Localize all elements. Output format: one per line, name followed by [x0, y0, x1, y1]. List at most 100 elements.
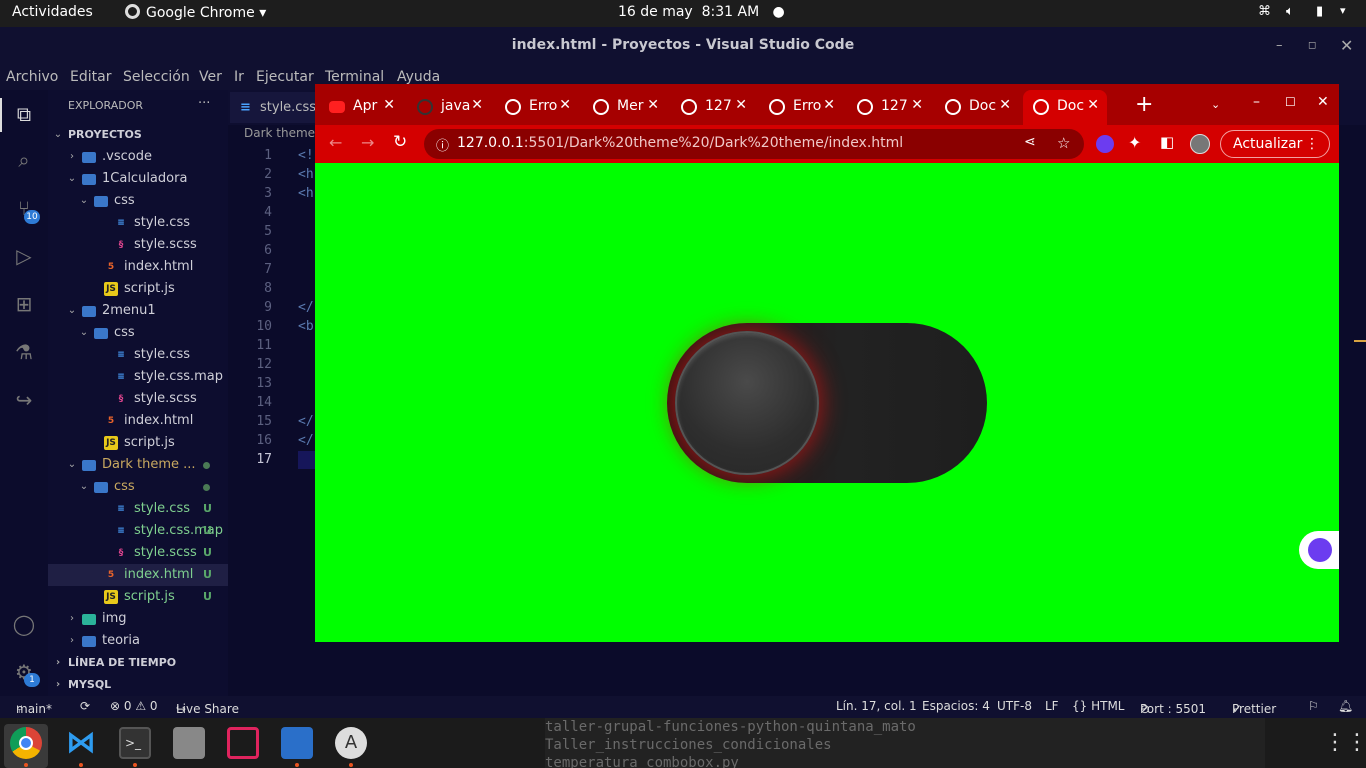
chrome-tab[interactable]: Doc ✕	[935, 90, 1019, 125]
omnibox[interactable]: ⓘ 127.0.0.1:5501/Dark%20theme%20/Dark%20…	[424, 129, 1084, 159]
code-line[interactable]: <h	[298, 186, 314, 201]
vscode-taskbar-icon[interactable]: ⋈	[65, 727, 97, 759]
tree-file[interactable]: ≡ style.css U	[48, 498, 228, 520]
tree-file[interactable]: 5 index.html	[48, 256, 228, 278]
live-share-icon[interactable]: ↪	[12, 388, 36, 412]
tab-close-icon[interactable]: ✕	[735, 97, 747, 113]
search-icon[interactable]: ⌕	[12, 148, 36, 172]
timeline-section[interactable]: › LÍNEA DE TIEMPO	[48, 652, 228, 674]
tab-close-icon[interactable]: ✕	[823, 97, 835, 113]
tree-file[interactable]: ≡ style.css.map U	[48, 520, 228, 542]
network-icon[interactable]: ⌘	[1258, 4, 1271, 19]
chrome-tab[interactable]: 127 ✕	[671, 90, 755, 125]
back-arrow-icon[interactable]: ←	[329, 133, 342, 152]
tab-search-chevron-icon[interactable]: ⌄	[1211, 98, 1220, 111]
code-line[interactable]: <h	[298, 167, 314, 182]
explorer-more-icon[interactable]: ···	[198, 96, 210, 111]
tree-folder[interactable]: › .vscode	[48, 146, 228, 168]
screenshot-taskbar-icon[interactable]	[227, 727, 259, 759]
chrome-tab[interactable]: Mer ✕	[583, 90, 667, 125]
toggle-knob[interactable]	[675, 331, 819, 475]
tree-folder[interactable]: ⌄ css	[48, 476, 228, 498]
tree-folder[interactable]: ⌄ css	[48, 190, 228, 212]
reload-icon[interactable]: ↻	[393, 132, 407, 152]
close-icon[interactable]: ✕	[1340, 27, 1353, 64]
tree-folder[interactable]: › teoria	[48, 630, 228, 652]
files-taskbar-icon[interactable]	[173, 727, 205, 759]
minimize-icon[interactable]: –	[1276, 27, 1283, 64]
editor-tab-style-css[interactable]: ≡ style.css	[230, 92, 320, 123]
chrome-tab[interactable]: Doc ✕	[1023, 90, 1107, 125]
tree-section-header[interactable]: ⌄ PROYECTOS	[48, 124, 228, 146]
menu-ir[interactable]: Ir	[234, 69, 244, 85]
tree-file[interactable]: ≡ style.css	[48, 344, 228, 366]
tree-file[interactable]: JS script.js U	[48, 586, 228, 608]
app-menu[interactable]: Google Chrome ▾	[125, 4, 266, 21]
tab-close-icon[interactable]: ✕	[999, 97, 1011, 113]
code-line[interactable]: </	[298, 433, 314, 448]
extension-bot-icon[interactable]	[1096, 135, 1114, 153]
run-debug-icon[interactable]: ▷	[12, 244, 36, 268]
code-line[interactable]: <b	[298, 319, 314, 334]
account-icon[interactable]: ◯	[12, 612, 36, 636]
tree-folder[interactable]: › img	[48, 608, 228, 630]
extensions-icon[interactable]: ⊞	[12, 292, 36, 316]
restore-icon[interactable]: ◻	[1308, 27, 1316, 64]
tree-file[interactable]: § style.scss	[48, 388, 228, 410]
chrome-minimize-icon[interactable]: –	[1253, 94, 1260, 110]
menu-archivo[interactable]: Archivo	[6, 69, 58, 85]
writer-taskbar-icon[interactable]	[281, 727, 313, 759]
end-of-line[interactable]: LF	[1045, 699, 1059, 713]
clock[interactable]: 16 de may 8:31 AM ●	[618, 4, 785, 20]
tree-folder[interactable]: ⌄ 1Calculadora	[48, 168, 228, 190]
tree-file[interactable]: § style.scss	[48, 234, 228, 256]
chrome-tab[interactable]: java ✕	[407, 90, 491, 125]
tab-close-icon[interactable]: ✕	[383, 97, 395, 113]
forward-arrow-icon[interactable]: →	[361, 133, 374, 152]
menu-editar[interactable]: Editar	[70, 69, 111, 85]
tree-file[interactable]: JS script.js	[48, 432, 228, 454]
chrome-tab[interactable]: Erro ✕	[495, 90, 579, 125]
update-chrome-button[interactable]: Actualizar ⋮	[1220, 130, 1330, 158]
share-icon[interactable]: ⋖	[1024, 134, 1036, 150]
code-line[interactable]: </	[298, 300, 314, 315]
tree-file[interactable]: JS script.js	[48, 278, 228, 300]
menu-ayuda[interactable]: Ayuda	[397, 69, 440, 85]
new-tab-plus-icon[interactable]: +	[1135, 92, 1153, 117]
feedback-icon[interactable]: ⚐	[1308, 699, 1319, 713]
chrome-maximize-icon[interactable]: ☐	[1285, 95, 1296, 109]
tree-folder[interactable]: ⌄ Dark theme ...	[48, 454, 228, 476]
mysql-section[interactable]: › MYSQL	[48, 674, 228, 696]
chrome-close-icon[interactable]: ✕	[1317, 94, 1329, 110]
language-mode[interactable]: {} HTML	[1072, 699, 1124, 713]
problems-indicator[interactable]: ⊗ 0 ⚠ 0	[110, 699, 158, 713]
tree-file[interactable]: 5 index.html	[48, 410, 228, 432]
terminal-taskbar-icon[interactable]: >_	[119, 727, 151, 759]
profile-avatar[interactable]	[1190, 134, 1210, 154]
volume-icon[interactable]: 🔈︎	[1286, 4, 1294, 19]
testing-icon[interactable]: ⚗	[12, 340, 36, 364]
show-apps-grid-icon[interactable]: ⋮⋮⋮	[1324, 727, 1366, 759]
chrome-tab[interactable]: Erro ✕	[759, 90, 843, 125]
tree-file[interactable]: 5 index.html U	[48, 564, 228, 586]
battery-icon[interactable]: ▮	[1316, 4, 1323, 19]
tab-close-icon[interactable]: ✕	[1087, 97, 1099, 113]
explorer-icon[interactable]: ⧉	[12, 102, 36, 126]
tab-close-icon[interactable]: ✕	[471, 97, 483, 113]
chrome-tab[interactable]: 127 ✕	[847, 90, 931, 125]
code-line[interactable]: <!	[298, 148, 314, 163]
tree-file[interactable]: ≡ style.css	[48, 212, 228, 234]
dark-theme-toggle[interactable]	[667, 323, 987, 483]
menu-ejecutar[interactable]: Ejecutar	[256, 69, 314, 85]
indentation[interactable]: Espacios: 4	[922, 699, 990, 713]
activities-button[interactable]: Actividades	[12, 4, 93, 20]
menu-seleccion[interactable]: Selección	[123, 69, 190, 85]
tree-file[interactable]: § style.scss U	[48, 542, 228, 564]
side-panel-icon[interactable]: ◧	[1160, 133, 1174, 151]
tab-close-icon[interactable]: ✕	[911, 97, 923, 113]
tab-close-icon[interactable]: ✕	[559, 97, 571, 113]
notifications-bell-icon[interactable]: 🔔︎	[1338, 699, 1353, 713]
tab-close-icon[interactable]: ✕	[647, 97, 659, 113]
cursor-position[interactable]: Lín. 17, col. 1	[836, 699, 917, 713]
tree-file[interactable]: ≡ style.css.map	[48, 366, 228, 388]
